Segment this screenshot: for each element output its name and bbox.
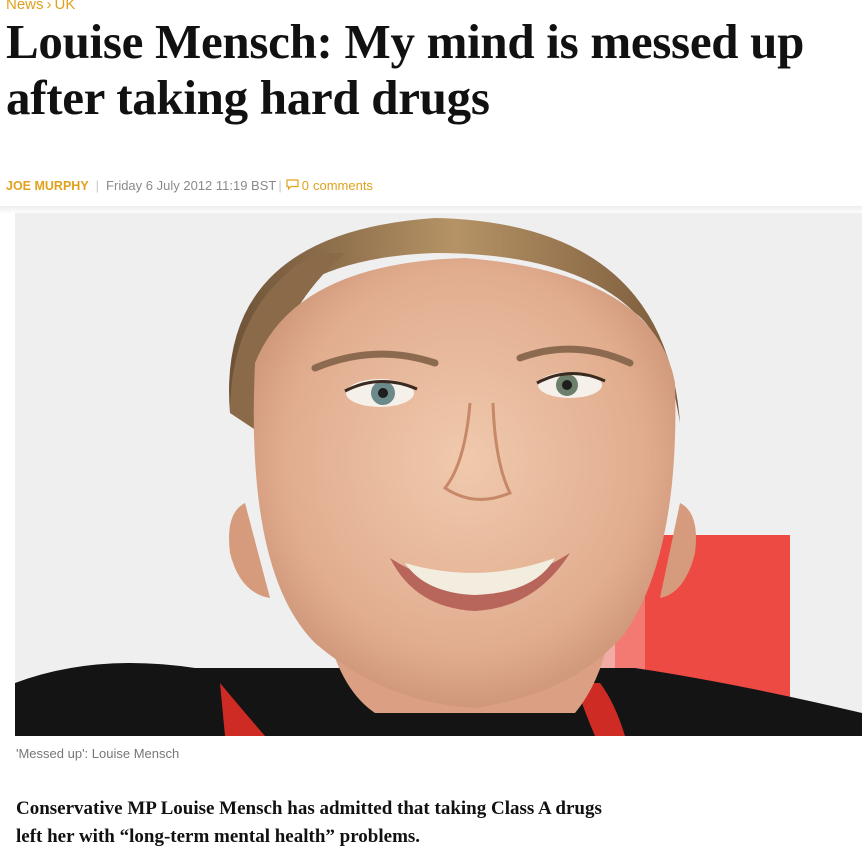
article-lead-paragraph: Conservative MP Louise Mensch has admitt…	[16, 798, 602, 847]
breadcrumb-news-link[interactable]: News	[6, 0, 44, 13]
breadcrumb-separator: ›	[46, 0, 52, 13]
comment-label: comments	[312, 178, 373, 193]
article-photo[interactable]	[15, 213, 862, 736]
author-link[interactable]: JOE MURPHY	[6, 179, 89, 193]
byline-divider: |	[278, 178, 282, 193]
comment-count: 0	[301, 178, 309, 193]
breadcrumb-uk-link[interactable]: UK	[55, 0, 76, 13]
portrait-illustration	[15, 213, 862, 736]
article-headline: Louise Mensch: My mind is messed up afte…	[6, 14, 805, 125]
speech-bubble-icon	[286, 179, 299, 190]
byline: JOE MURPHY | Friday 6 July 2012 11:19 BS…	[6, 178, 373, 193]
breadcrumb: News › UK	[6, 0, 75, 13]
comments-link[interactable]: 0 comments	[286, 178, 373, 193]
image-caption: 'Messed up': Louise Mensch	[16, 746, 180, 761]
publish-date: Friday 6 July 2012 11:19 BST	[106, 178, 277, 193]
byline-divider: |	[95, 178, 100, 193]
